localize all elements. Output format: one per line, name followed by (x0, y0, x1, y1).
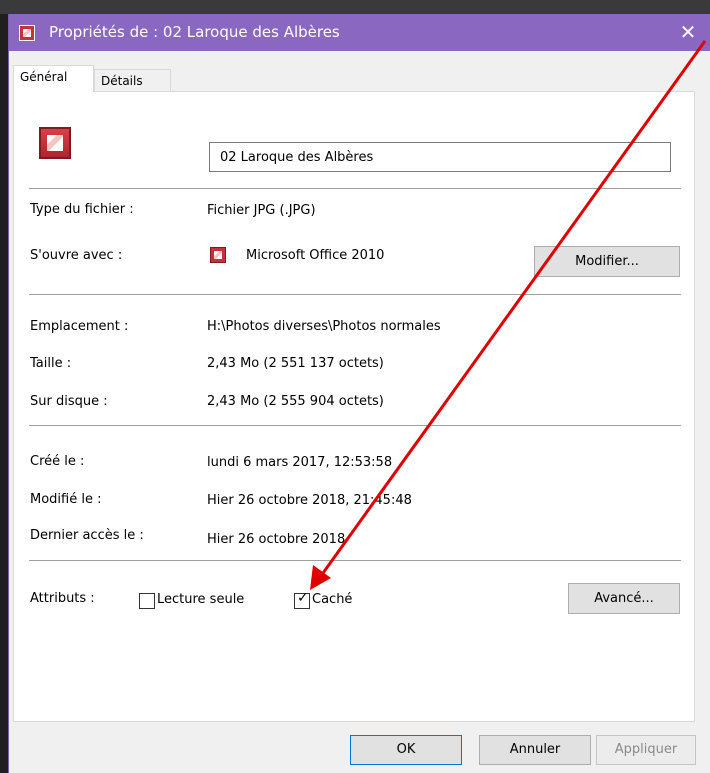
annotation-arrow-line (316, 40, 707, 581)
tab-general[interactable]: Général (13, 65, 94, 92)
annotation-arrow (310, 40, 707, 590)
